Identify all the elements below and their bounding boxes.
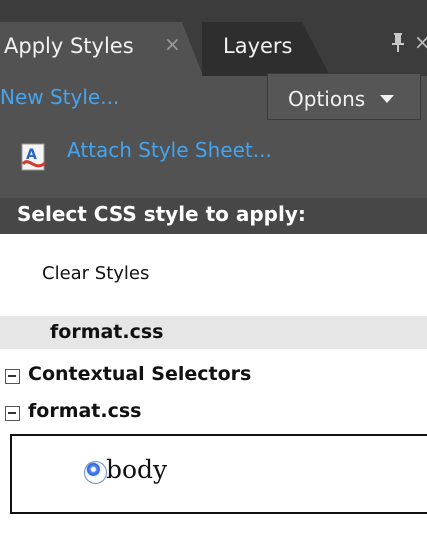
collapse-icon[interactable] [5,369,20,384]
new-style-link[interactable]: New Style... [0,85,119,109]
tab-layers-label: Layers [223,34,293,58]
rule-selected-dot-icon [84,461,107,484]
close-panel-icon[interactable]: × [414,30,427,54]
collapse-icon[interactable] [5,406,20,421]
attach-style-sheet-link[interactable]: Attach Style Sheet... [67,138,272,162]
select-css-style-heading: Select CSS style to apply: [0,198,427,234]
tree-node-contextual-selectors[interactable]: Contextual Selectors [0,361,427,393]
stylesheet-group-header: format.css [0,316,427,349]
close-tab-icon[interactable]: × [164,32,181,56]
options-button[interactable]: Options [267,73,421,120]
tree-node-label: format.css [28,400,142,422]
tree-node-label: Contextual Selectors [28,363,252,385]
chevron-down-icon [380,95,394,103]
options-button-label: Options [288,87,366,111]
clear-styles-item[interactable]: Clear Styles [42,263,149,284]
style-rule-label: body [106,455,168,484]
tab-apply-styles-label: Apply Styles [4,34,134,58]
tree-node-format-css[interactable]: format.css [0,398,427,430]
stylesheet-icon: A [21,143,47,171]
pin-icon[interactable] [390,32,406,54]
style-rule-body[interactable] [10,434,427,514]
